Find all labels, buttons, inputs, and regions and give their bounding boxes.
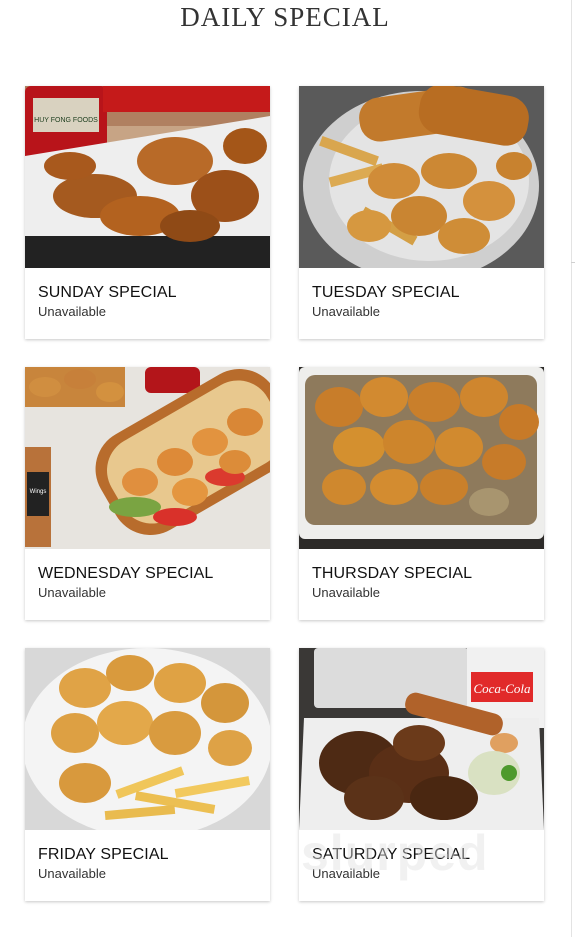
special-title: FRIDAY SPECIAL (38, 846, 169, 863)
fried-chicken-wings-icon: HUY FONG FOODS (25, 86, 270, 268)
special-status: Unavailable (38, 304, 106, 319)
sriracha-label: HUY FONG FOODS (34, 117, 98, 124)
shrimp-po-boy-icon: Wings (25, 367, 270, 549)
special-card-saturday[interactable]: Coca-Cola SATURDAY SPECIAL Unavailable s… (299, 648, 544, 901)
cup-brand: Coca-Cola (473, 681, 531, 696)
special-card-wednesday[interactable]: Wings WEDNESDAY SPECIAL Unavailable (25, 367, 270, 620)
bang-bang-shrimp-rice-photo (299, 367, 544, 549)
specials-grid: HUY FONG FOODS SUNDAY SPECIAL Unavailabl… (25, 86, 544, 901)
special-status: Unavailable (38, 866, 106, 881)
special-title: TUESDAY SPECIAL (312, 284, 460, 301)
special-card-tuesday[interactable]: TUESDAY SPECIAL Unavailable (299, 86, 544, 339)
teriyaki-chicken-egg-roll-icon: Coca-Cola (299, 648, 544, 830)
fried-shrimp-and-fries-icon (25, 648, 270, 830)
shrimp-po-boy-photo: Wings (25, 367, 270, 549)
special-status: Unavailable (312, 866, 380, 881)
special-title: SUNDAY SPECIAL (38, 284, 177, 301)
special-card-sunday[interactable]: HUY FONG FOODS SUNDAY SPECIAL Unavailabl… (25, 86, 270, 339)
divider-tick (571, 262, 575, 263)
teriyaki-chicken-egg-roll-photo: Coca-Cola (299, 648, 544, 830)
special-status: Unavailable (312, 304, 380, 319)
special-title: WEDNESDAY SPECIAL (38, 565, 214, 582)
bang-bang-shrimp-rice-icon (299, 367, 544, 549)
fried-chicken-wings-photo: HUY FONG FOODS (25, 86, 270, 268)
menu-card-text: Wings (30, 489, 47, 495)
special-status: Unavailable (312, 585, 380, 600)
fried-shrimp-and-fish-icon (299, 86, 544, 268)
special-title: SATURDAY SPECIAL (312, 846, 471, 863)
special-status: Unavailable (38, 585, 106, 600)
fried-shrimp-and-fries-photo (25, 648, 270, 830)
page-edge-divider (571, 0, 575, 937)
special-card-friday[interactable]: FRIDAY SPECIAL Unavailable (25, 648, 270, 901)
page-title: DAILY SPECIAL (180, 2, 390, 32)
special-title: THURSDAY SPECIAL (312, 565, 473, 582)
special-card-thursday[interactable]: THURSDAY SPECIAL Unavailable (299, 367, 544, 620)
fried-shrimp-and-fish-photo (299, 86, 544, 268)
